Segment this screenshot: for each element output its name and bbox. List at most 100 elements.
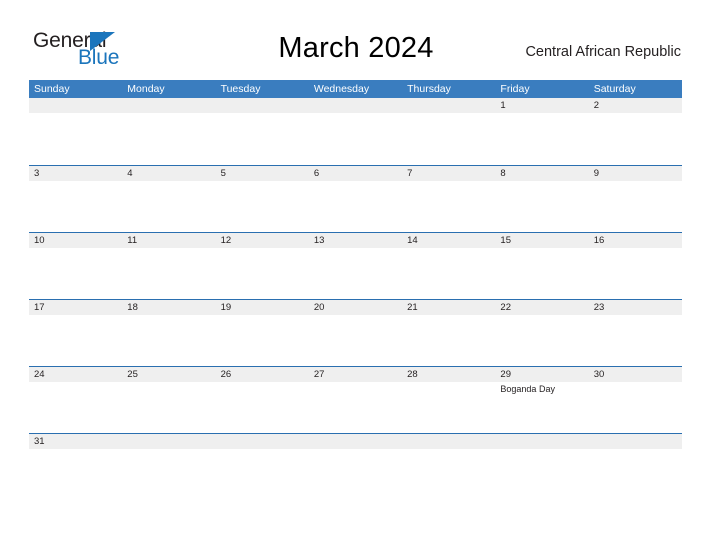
- weekday-header-tuesday: Tuesday: [220, 83, 261, 95]
- day-number: 27: [313, 369, 325, 380]
- day-event: [594, 315, 682, 316]
- day-number: 3: [34, 168, 40, 179]
- day-cell[interactable]: 21: [402, 300, 495, 366]
- day-cell[interactable]: 8: [495, 166, 588, 232]
- day-number: 12: [220, 235, 232, 246]
- day-cell[interactable]: [29, 98, 122, 165]
- day-event: [221, 315, 309, 316]
- day-cell[interactable]: 17: [29, 300, 122, 366]
- day-event: [314, 181, 402, 182]
- day-cell[interactable]: 25: [122, 367, 215, 433]
- day-cell[interactable]: 12: [216, 233, 309, 299]
- day-cell[interactable]: 11: [122, 233, 215, 299]
- day-event: [314, 113, 402, 114]
- day-cell[interactable]: 26: [216, 367, 309, 433]
- day-cell[interactable]: 22: [495, 300, 588, 366]
- day-cell[interactable]: [402, 98, 495, 165]
- day-cell[interactable]: [309, 434, 402, 457]
- week-row: 24 25 26 27 28 29 Boganda Day 30: [29, 366, 682, 433]
- day-event: Boganda Day: [500, 384, 555, 394]
- day-number: 4: [127, 168, 133, 179]
- day-number: 9: [593, 168, 599, 179]
- day-number: 21: [407, 302, 418, 313]
- day-cell[interactable]: 5: [216, 166, 309, 232]
- day-event: [34, 382, 122, 383]
- day-cell[interactable]: [216, 434, 309, 457]
- day-cell[interactable]: 31: [29, 434, 122, 457]
- day-cell[interactable]: 1: [495, 98, 588, 165]
- day-cell[interactable]: 6: [309, 166, 402, 232]
- day-cell[interactable]: [122, 98, 215, 165]
- day-event: [221, 382, 309, 383]
- day-cell[interactable]: 10: [29, 233, 122, 299]
- day-cell[interactable]: 24: [29, 367, 122, 433]
- day-cell[interactable]: 30: [589, 367, 682, 433]
- day-cell[interactable]: 28: [402, 367, 495, 433]
- day-event: [594, 181, 682, 182]
- day-cell[interactable]: 29 Boganda Day: [495, 367, 588, 433]
- day-event: [500, 449, 588, 450]
- day-cell[interactable]: [402, 434, 495, 457]
- day-cell[interactable]: [216, 98, 309, 165]
- day-cell[interactable]: 3: [29, 166, 122, 232]
- day-cell[interactable]: 27: [309, 367, 402, 433]
- day-cell[interactable]: 23: [589, 300, 682, 366]
- day-cell[interactable]: 14: [402, 233, 495, 299]
- day-cell[interactable]: 2: [589, 98, 682, 165]
- day-event: [407, 113, 495, 114]
- weekday-header-row: Sunday Monday Tuesday Wednesday Thursday…: [29, 80, 682, 98]
- day-cell[interactable]: 18: [122, 300, 215, 366]
- day-event: [314, 315, 402, 316]
- day-cell[interactable]: [309, 98, 402, 165]
- day-number: 1: [500, 100, 506, 111]
- day-cell[interactable]: [495, 434, 588, 457]
- day-event: [314, 449, 402, 450]
- day-event: [594, 248, 682, 249]
- day-number: 6: [313, 168, 320, 179]
- day-cell[interactable]: 4: [122, 166, 215, 232]
- day-number: 29: [500, 369, 511, 380]
- day-event: [127, 382, 215, 383]
- day-number: 7: [407, 168, 413, 179]
- week-row: 31: [29, 433, 682, 457]
- day-event: [407, 315, 495, 316]
- day-event: [500, 315, 588, 316]
- day-number: 14: [407, 235, 418, 246]
- day-cell[interactable]: [589, 434, 682, 457]
- day-event: [221, 113, 309, 114]
- day-cell[interactable]: 20: [309, 300, 402, 366]
- day-event: [127, 315, 215, 316]
- day-event: [221, 181, 309, 182]
- day-number: 19: [220, 302, 232, 313]
- day-number: 11: [127, 235, 138, 246]
- day-cell[interactable]: 16: [589, 233, 682, 299]
- day-number: 26: [220, 369, 232, 380]
- day-number: 23: [593, 302, 605, 313]
- day-cell[interactable]: 19: [216, 300, 309, 366]
- day-number: 13: [313, 235, 325, 246]
- day-number: 20: [313, 302, 325, 313]
- day-event: [500, 181, 588, 182]
- week-row: 3 4 5 6 7 8 9: [29, 165, 682, 232]
- day-number: 25: [127, 369, 138, 380]
- day-event: [314, 382, 402, 383]
- page-header: General Blue March 2024 Central African …: [0, 0, 712, 78]
- day-event: [594, 449, 682, 450]
- day-cell[interactable]: [122, 434, 215, 457]
- day-number: 8: [500, 168, 506, 179]
- day-event: [34, 315, 122, 316]
- day-number: 18: [127, 302, 138, 313]
- day-cell[interactable]: 7: [402, 166, 495, 232]
- weekday-header-friday: Friday: [500, 83, 530, 95]
- weekday-header-monday: Monday: [127, 83, 165, 95]
- calendar-page: General Blue March 2024 Central African …: [0, 0, 712, 550]
- day-number: 22: [500, 302, 511, 313]
- day-number: 15: [500, 235, 511, 246]
- week-row: 17 18 19 20 21 22 23: [29, 299, 682, 366]
- weekday-header-sunday: Sunday: [34, 83, 70, 95]
- day-cell[interactable]: 13: [309, 233, 402, 299]
- day-cell[interactable]: 9: [589, 166, 682, 232]
- day-event: [221, 449, 309, 450]
- day-number: 30: [593, 369, 605, 380]
- day-cell[interactable]: 15: [495, 233, 588, 299]
